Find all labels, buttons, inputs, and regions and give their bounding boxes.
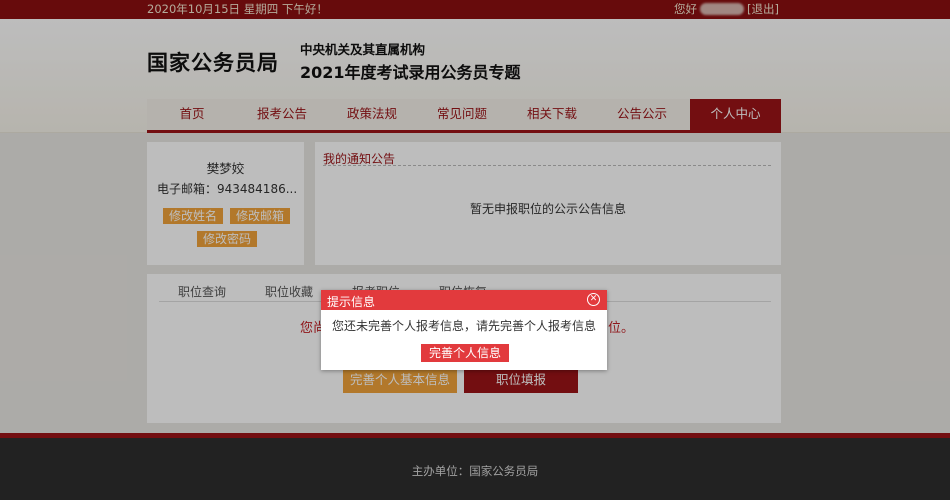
modal-overlay bbox=[0, 0, 950, 500]
dialog-header: 提示信息 ✕ bbox=[321, 290, 607, 310]
prompt-dialog: 提示信息 ✕ 您还未完善个人报考信息，请先完善个人报考信息 完善个人信息 bbox=[321, 290, 607, 370]
complete-info-button[interactable]: 完善个人信息 bbox=[421, 344, 509, 362]
dialog-title: 提示信息 bbox=[327, 295, 376, 309]
close-icon[interactable]: ✕ bbox=[587, 293, 600, 306]
dialog-message: 您还未完善个人报考信息，请先完善个人报考信息 bbox=[331, 319, 596, 333]
